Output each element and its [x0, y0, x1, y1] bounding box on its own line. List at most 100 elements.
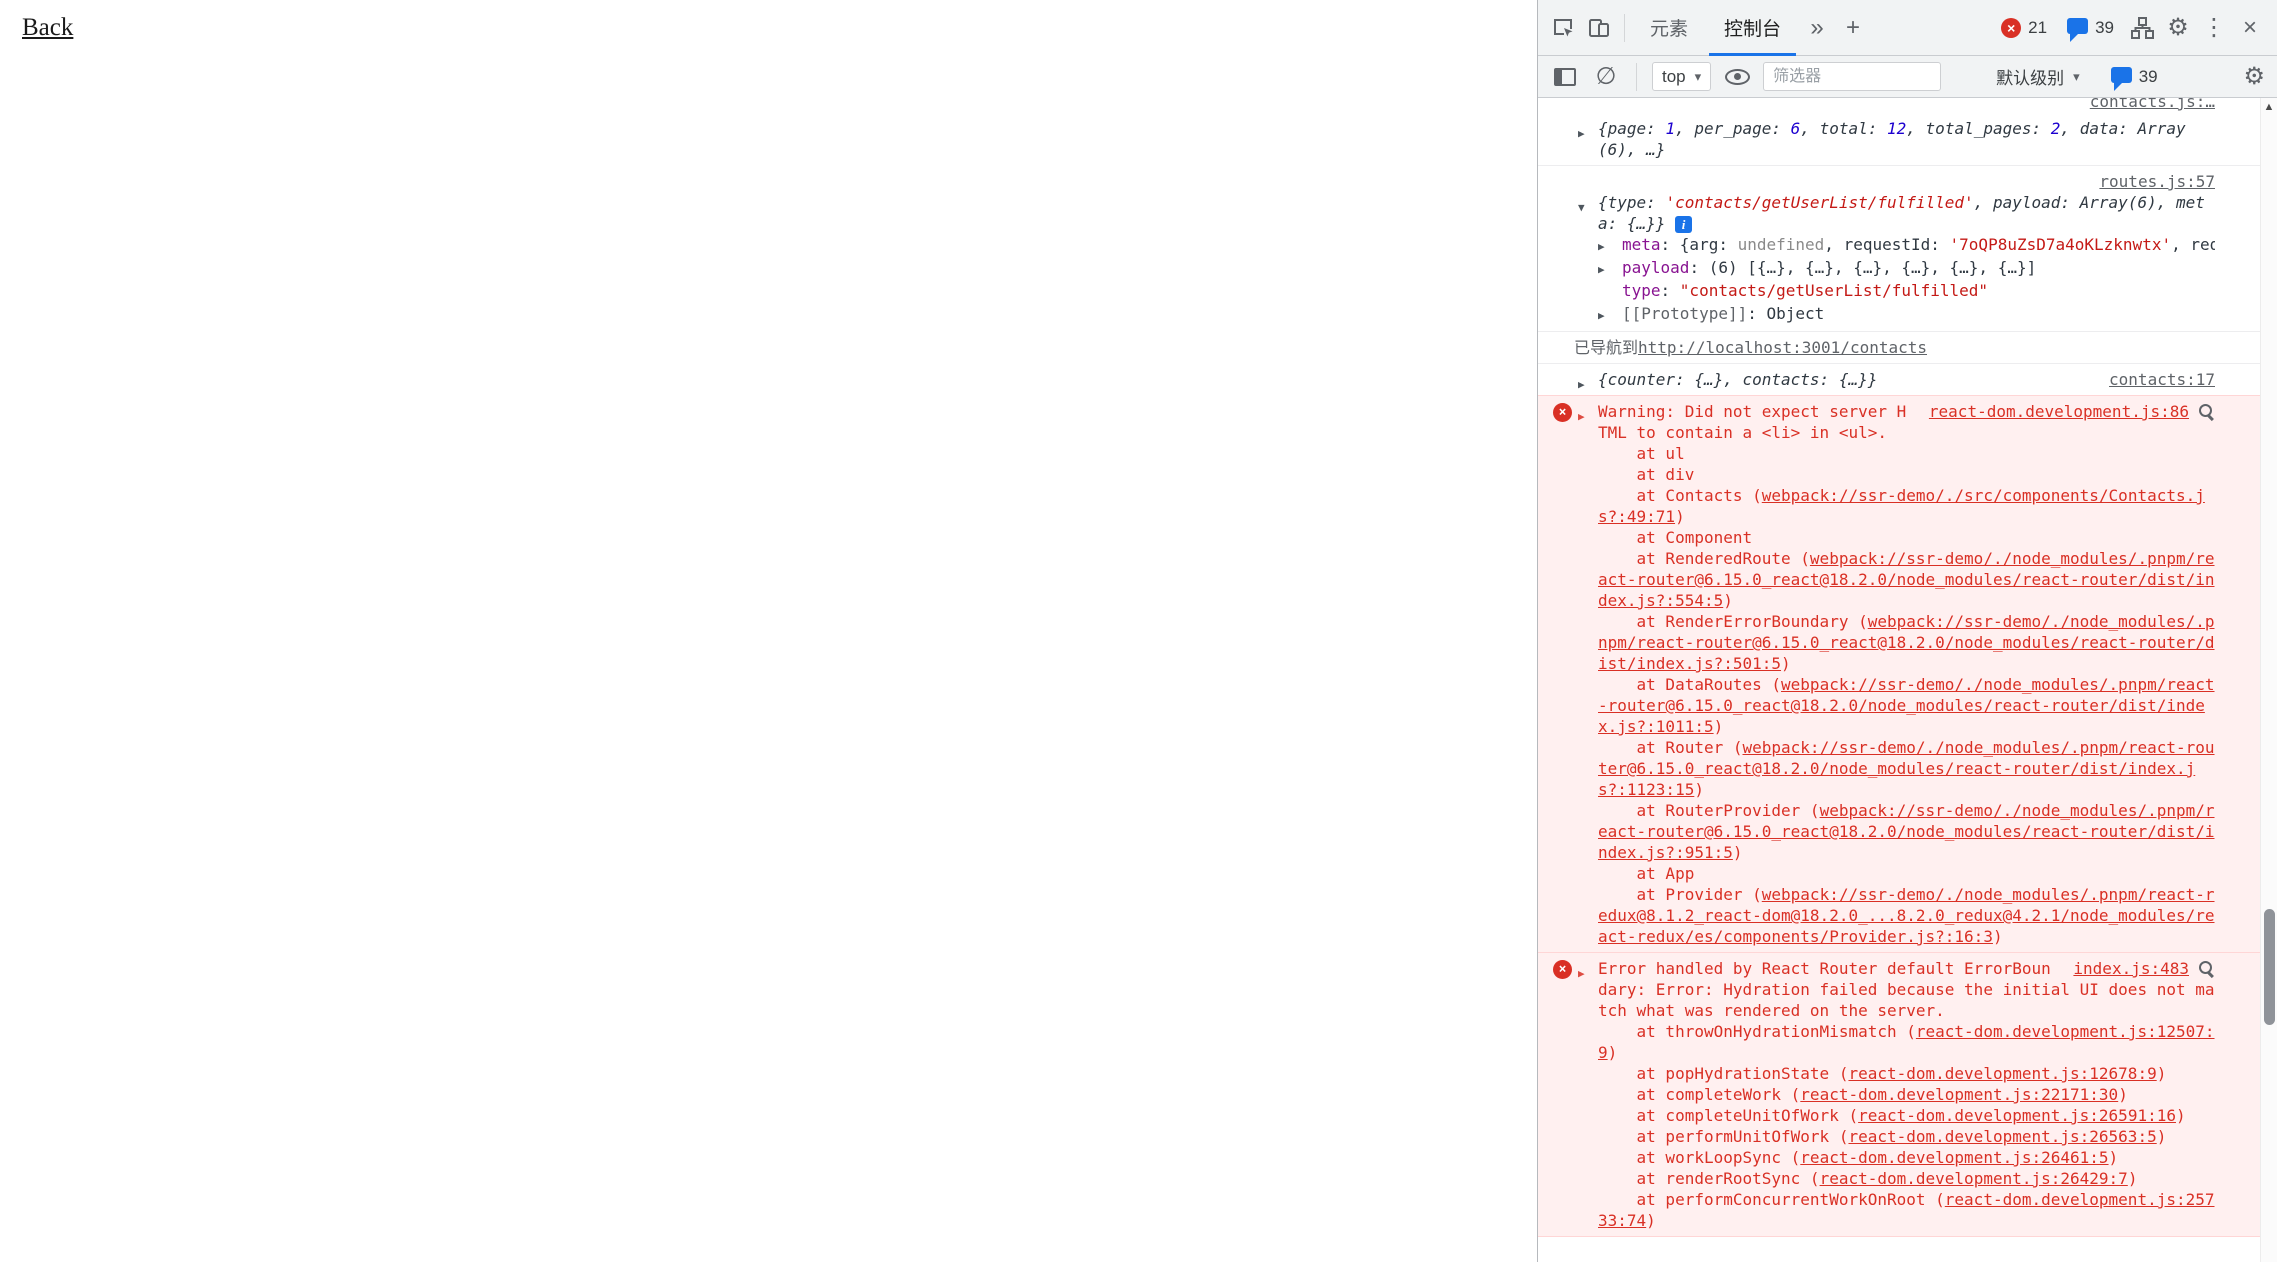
- back-link[interactable]: Back: [22, 14, 73, 42]
- console-messages: contacts.js:…▶{page: 1, per_page: 6, tot…: [1538, 98, 2260, 1237]
- issues-chip[interactable]: 39: [2111, 67, 2158, 87]
- console-text: 'contacts/getUserList/fulfilled': [1665, 193, 1973, 212]
- message-source: index.js:483: [2073, 958, 2215, 979]
- console-text: 2: [2051, 119, 2061, 138]
- context-label: top: [1662, 67, 1686, 87]
- message-count-badge[interactable]: 39: [2067, 18, 2114, 38]
- expand-triangle-icon[interactable]: ▶: [1598, 236, 1622, 257]
- message-source: contacts:17: [2109, 369, 2215, 390]
- info-icon[interactable]: i: [1675, 216, 1692, 233]
- console-text: ): [1993, 927, 2003, 946]
- expand-triangle-icon[interactable]: ▶: [1598, 305, 1622, 326]
- stack-trace-link[interactable]: react-dom.development.js:12678:9: [1848, 1064, 2156, 1083]
- magnifier-icon[interactable]: [2198, 960, 2215, 977]
- message-source: react-dom.development.js:86: [1929, 401, 2215, 422]
- close-icon[interactable]: ×: [2235, 10, 2265, 46]
- message-text: {type: 'contacts/getUserList/fulfilled',…: [1598, 193, 2205, 233]
- console-message: contacts.js:…: [1538, 98, 2260, 113]
- console-text: meta: [1622, 235, 1661, 254]
- expand-triangle-icon[interactable]: ▼: [1578, 197, 1585, 218]
- stack-trace-link[interactable]: react-dom.development.js:26461:5: [1800, 1148, 2108, 1167]
- app-page: Back: [0, 0, 1537, 1262]
- scroll-up-arrow[interactable]: ▲: [2261, 101, 2277, 113]
- new-tab-icon[interactable]: +: [1838, 10, 1868, 46]
- console-text: '7oQP8uZsD7a4oKLzknwtx': [1950, 235, 2172, 254]
- console-text: ): [1646, 1211, 1656, 1230]
- device-toolbar-icon[interactable]: [1584, 10, 1614, 46]
- stack-trace-link[interactable]: react-dom.development.js:26591:16: [1858, 1106, 2176, 1125]
- console-text: type: [1622, 281, 1661, 300]
- source-location-link[interactable]: index.js:483: [2073, 958, 2189, 979]
- stack-trace-link[interactable]: http://localhost:3001/contacts: [1638, 338, 1927, 357]
- console-message: 已导航到http://localhost:3001/contacts: [1538, 332, 2260, 364]
- log-levels-label: 默认级别: [1996, 64, 2064, 89]
- console-sidebar-icon[interactable]: [1550, 59, 1580, 95]
- console-scrollbar[interactable]: ▲: [2260, 98, 2277, 1262]
- message-text: Warning: Did not expect server HTML to c…: [1598, 402, 2215, 946]
- kebab-menu-icon[interactable]: ⋮: [2199, 10, 2229, 46]
- console-text: , requestId:: [1824, 235, 1949, 254]
- devtools-panel: 元素 控制台 » + × 21 39 ⚙ ⋮ × ∅ top ▾: [1537, 0, 2277, 1262]
- console-text: undefined: [1738, 235, 1825, 254]
- console-message: index.js:483×▶Error handled by React Rou…: [1538, 952, 2260, 1237]
- console-text: , total_pages:: [1906, 119, 2051, 138]
- console-text: 已导航到: [1574, 338, 1638, 357]
- object-property-row: ▶payload: (6) [{…}, {…}, {…}, {…}, {…}, …: [1598, 257, 2215, 280]
- source-location-link[interactable]: react-dom.development.js:86: [1929, 401, 2189, 422]
- issues-count: 39: [2139, 67, 2158, 87]
- console-text: : {arg:: [1661, 235, 1738, 254]
- console-text: :: [1661, 281, 1680, 300]
- property-text: [[Prototype]]: Object: [1622, 304, 1824, 323]
- stack-trace-link[interactable]: react-dom.development.js:26563:5: [1848, 1127, 2156, 1146]
- console-text: ) at popHydrationState (: [1598, 1043, 1848, 1083]
- source-location-link[interactable]: contacts.js:…: [2090, 98, 2215, 112]
- stack-trace-link[interactable]: react-dom.development.js:26429:7: [1820, 1169, 2128, 1188]
- console-text: payload: [1622, 258, 1689, 277]
- console-text: 1: [1665, 119, 1675, 138]
- error-count: 21: [2028, 18, 2047, 38]
- message-source: routes.js:57: [1614, 171, 2215, 192]
- expand-triangle-icon[interactable]: ▶: [1578, 123, 1585, 144]
- source-location-link[interactable]: routes.js:57: [2099, 171, 2215, 192]
- error-icon: ×: [1553, 403, 1572, 422]
- context-selector[interactable]: top ▾: [1652, 62, 1711, 91]
- console-text: , req: [2171, 235, 2215, 254]
- error-icon: ×: [2001, 18, 2021, 38]
- issues-bubble-icon: [2111, 67, 2132, 83]
- panel-icon: [1554, 68, 1576, 86]
- console-filter-input[interactable]: [1763, 62, 1941, 91]
- clear-console-icon[interactable]: ∅: [1591, 59, 1621, 95]
- object-property-row: ▶meta: {arg: undefined, requestId: '7oQP…: [1598, 234, 2215, 257]
- settings-gear-icon[interactable]: ⚙: [2163, 10, 2193, 46]
- console-text: {type:: [1598, 193, 1665, 212]
- message-text: {page: 1, per_page: 6, total: 12, total_…: [1598, 119, 2186, 159]
- tab-console[interactable]: 控制台: [1709, 0, 1796, 56]
- nodes-icon[interactable]: [2127, 10, 2157, 46]
- inspect-icon[interactable]: [1548, 10, 1578, 46]
- console-text: : (6) [{…}, {…}, {…}, {…}, {…}, {…}]: [1689, 258, 2036, 277]
- devtools-main-toolbar: 元素 控制台 » + × 21 39 ⚙ ⋮ ×: [1538, 0, 2277, 56]
- scrollbar-thumb[interactable]: [2264, 909, 2275, 1025]
- expand-triangle-icon[interactable]: ▶: [1598, 259, 1622, 280]
- message-bubble-icon: [2067, 18, 2088, 34]
- console-settings-gear-icon[interactable]: ⚙: [2243, 65, 2265, 89]
- live-expression-eye-icon[interactable]: [1722, 59, 1752, 95]
- expand-triangle-icon[interactable]: ▶: [1578, 374, 1585, 395]
- magnifier-icon[interactable]: [2198, 403, 2215, 420]
- stack-trace-link[interactable]: react-dom.development.js:22171:30: [1800, 1085, 2118, 1104]
- expand-triangle-icon[interactable]: ▶: [1578, 963, 1585, 984]
- console-text: [[Prototype]]: [1622, 304, 1747, 323]
- tab-elements[interactable]: 元素: [1635, 0, 1703, 56]
- message-count: 39: [2095, 18, 2114, 38]
- error-count-badge[interactable]: × 21: [2001, 18, 2047, 38]
- expand-triangle-icon[interactable]: ▶: [1578, 406, 1585, 427]
- source-location-link[interactable]: contacts:17: [2109, 369, 2215, 390]
- console-text: {counter: {…}, contacts: {…}}: [1598, 370, 1877, 389]
- more-tabs-icon[interactable]: »: [1802, 10, 1832, 46]
- console-message: react-dom.development.js:86 × ▶ Warning: Di…: [1538, 395, 2260, 953]
- console-message: contacts:17 ▶ {counter: {…}, contacts: {…}…: [1538, 364, 2260, 396]
- object-property-row: ▶[[Prototype]]: Object: [1598, 303, 2215, 326]
- message-text: {counter: {…}, contacts: {…}}: [1598, 370, 1877, 389]
- log-levels-dropdown[interactable]: 默认级别 ▾: [1996, 64, 2080, 89]
- toolbar-divider: [1624, 14, 1625, 42]
